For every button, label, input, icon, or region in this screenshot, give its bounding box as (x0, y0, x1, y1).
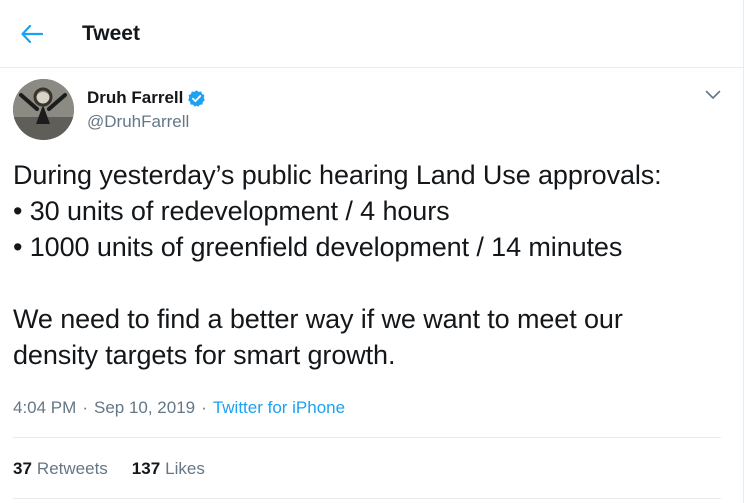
author-handle[interactable]: @DruhFarrell (87, 112, 189, 132)
retweets-stat[interactable]: 37 Retweets (13, 458, 108, 480)
verified-badge-icon (187, 89, 206, 108)
author-name[interactable]: Druh Farrell (87, 88, 183, 108)
avatar[interactable] (13, 79, 74, 140)
page-title: Tweet (82, 22, 140, 45)
tweet-text: During yesterday’s public hearing Land U… (13, 157, 733, 373)
likes-count: 137 (131, 459, 161, 478)
divider (13, 498, 721, 499)
tweet-source-link[interactable]: Twitter for iPhone (213, 397, 345, 419)
likes-label: Likes (165, 459, 205, 478)
author-row[interactable]: Druh Farrell (87, 86, 206, 110)
tweet-line: • 30 units of redevelopment / 4 hours (13, 196, 450, 226)
tweet-detail-page: Tweet Druh Farrell @DruhFarrell During y… (0, 0, 744, 503)
page-header: Tweet (0, 0, 743, 68)
back-button[interactable] (13, 17, 51, 51)
arrow-left-icon (21, 25, 43, 43)
tweet-stats: 37 Retweets 137 Likes (13, 458, 229, 480)
tweet-time[interactable]: 4:04 PM (13, 397, 76, 419)
retweets-count: 37 (13, 459, 32, 478)
chevron-down-icon (705, 90, 721, 99)
tweet-line: During yesterday’s public hearing Land U… (13, 160, 662, 190)
likes-stat[interactable]: 137 Likes (132, 458, 205, 480)
tweet-metadata: 4:04 PM · Sep 10, 2019 · Twitter for iPh… (13, 397, 345, 419)
retweets-label: Retweets (36, 459, 108, 478)
tweet-line: We need to find a better way if we want … (13, 304, 623, 334)
divider (13, 437, 721, 438)
tweet-date[interactable]: Sep 10, 2019 (94, 397, 195, 419)
avatar-image (13, 79, 74, 140)
more-options-button[interactable] (700, 82, 726, 108)
meta-separator: · (201, 398, 207, 417)
meta-separator: · (82, 398, 88, 417)
tweet-line: • 1000 units of greenfield development /… (13, 232, 623, 262)
tweet-line: density targets for smart growth. (13, 340, 396, 370)
